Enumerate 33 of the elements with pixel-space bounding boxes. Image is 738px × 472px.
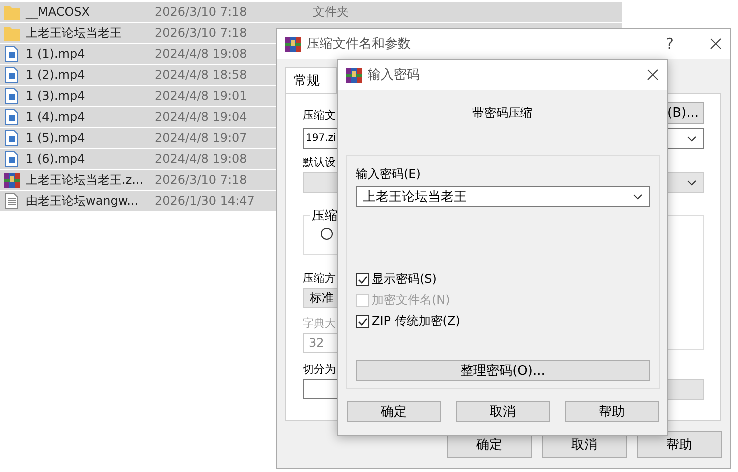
file-name: 1 (4).mp4 — [26, 110, 86, 124]
file-name: 1 (3).mp4 — [26, 89, 86, 103]
modified-date: 2024/4/8 19:01 — [155, 89, 248, 103]
file-name: 1 (1).mp4 — [26, 47, 86, 61]
modified-date: 2024/4/8 19:04 — [155, 110, 248, 124]
modified-date: 2026/3/10 7:18 — [155, 26, 248, 40]
checkbox-label: 加密文件名(N) — [372, 292, 450, 309]
field-label: 输入密码(E) — [356, 166, 421, 183]
window-title: 压缩文件名和参数 — [307, 36, 412, 53]
file-name: 1 (5).mp4 — [26, 131, 86, 145]
checkbox-label: ZIP 传统加密(Z) — [372, 313, 460, 330]
file-name: 1 (2).mp4 — [26, 68, 86, 82]
field-label: 压缩方 — [303, 271, 336, 286]
checkbox-label: 显示密码(S) — [372, 271, 437, 288]
file-name: 上老王论坛当老王.z... — [26, 172, 144, 188]
field-label: 默认设 — [303, 155, 336, 170]
file-name: 1 (6).mp4 — [26, 152, 86, 166]
field-label: 压缩文 — [303, 108, 336, 123]
modified-date: 2024/4/8 19:08 — [155, 47, 248, 61]
modified-date: 2026/3/10 7:18 — [155, 5, 248, 19]
file-type: 文件夹 — [313, 4, 349, 20]
modified-date: 2024/4/8 19:08 — [155, 152, 248, 166]
modified-date: 2024/4/8 18:58 — [155, 68, 248, 82]
window-title: 输入密码 — [368, 67, 421, 84]
file-name: 上老王论坛当老王 — [26, 24, 122, 42]
file-name: __MACOSX — [26, 5, 90, 19]
modified-date: 2026/3/10 7:18 — [155, 173, 248, 187]
dialog-heading: 带密码压缩 — [472, 105, 532, 122]
file-name: 由老王论坛wangw... — [26, 192, 139, 210]
modified-date: 2024/4/8 19:07 — [155, 131, 248, 145]
field-label: 字典大 — [303, 316, 336, 331]
field-label: 切分为 — [303, 362, 336, 377]
modified-date: 2026/1/30 14:47 — [155, 194, 255, 208]
